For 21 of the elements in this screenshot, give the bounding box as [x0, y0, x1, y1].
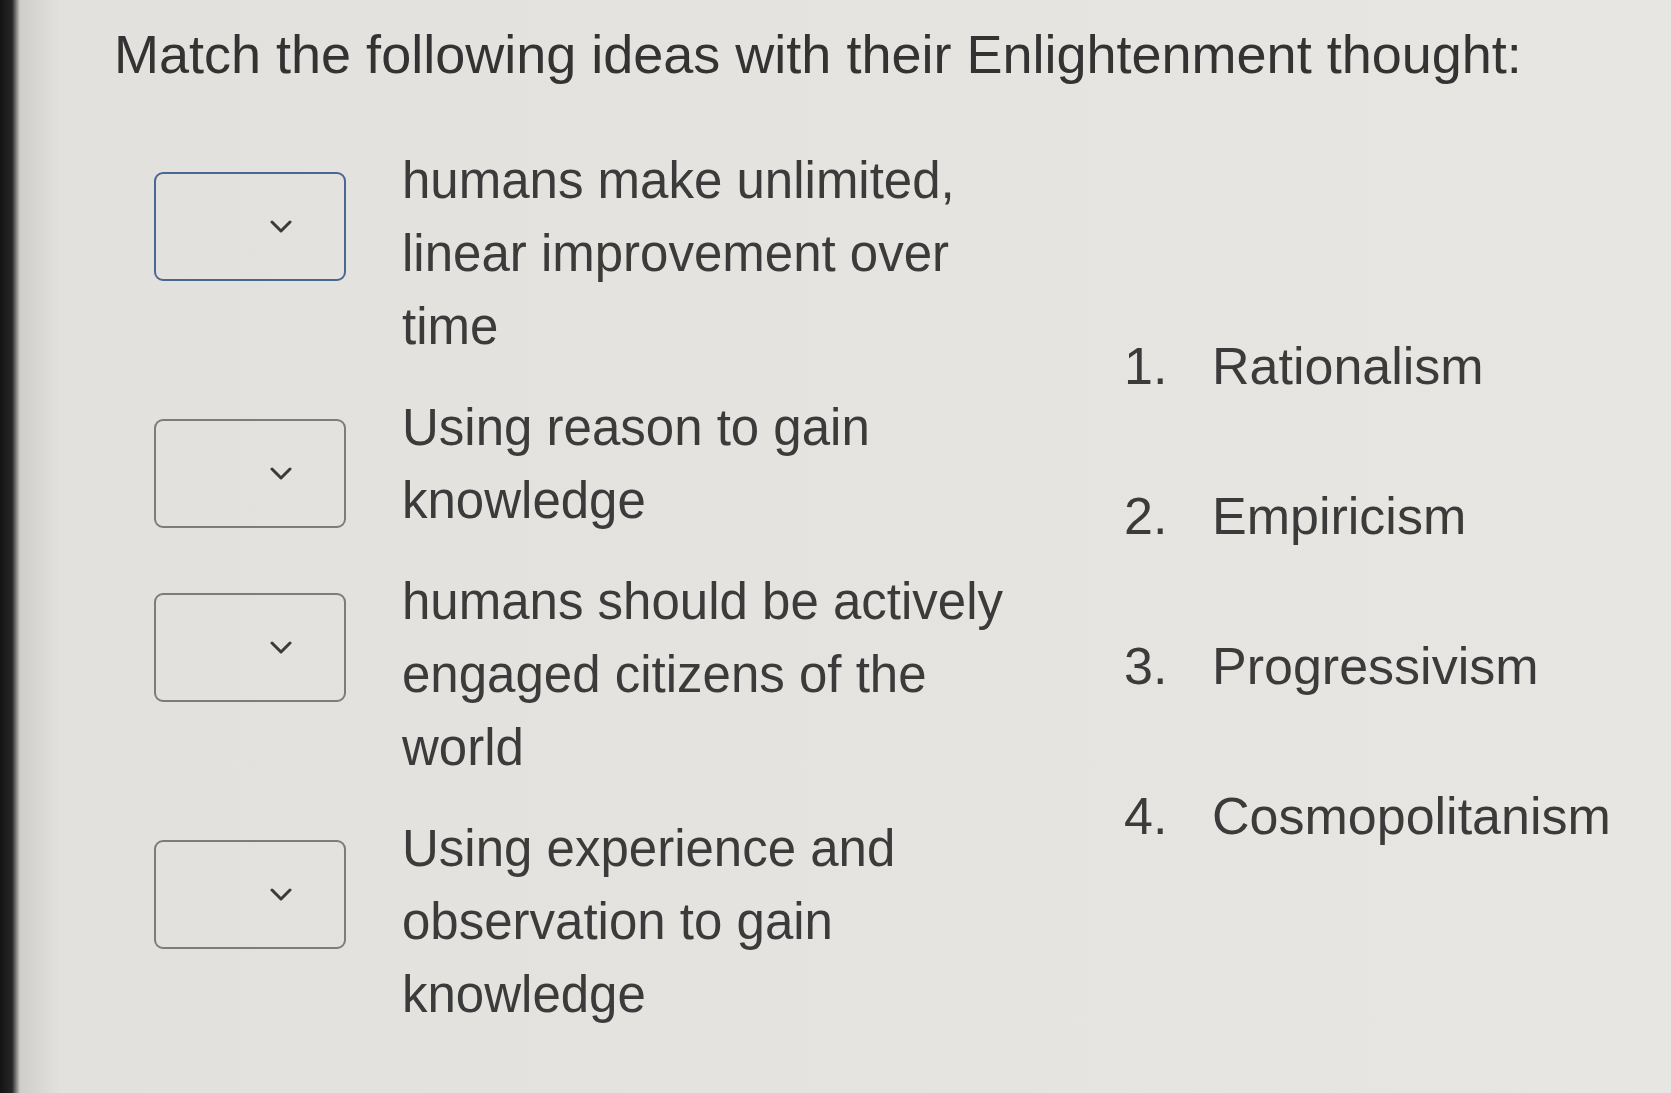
answer-dropdown[interactable] — [154, 593, 346, 702]
option-label: Empiricism — [1212, 486, 1467, 547]
question-title: Match the following ideas with their Enlightenment thought: — [114, 23, 1523, 86]
answer-dropdown[interactable] — [154, 172, 346, 281]
idea-text: Using experience and observation to gain knowledge — [402, 819, 897, 1025]
answer-dropdown[interactable] — [154, 419, 346, 528]
idea-text: humans should be actively engaged citizens of the world — [402, 572, 1005, 778]
chevron-down-icon — [270, 220, 292, 233]
list-number: 3. — [1124, 636, 1169, 697]
list-number: 2. — [1124, 486, 1169, 547]
option-label: Rationalism — [1212, 336, 1484, 397]
list-number: 4. — [1124, 786, 1169, 847]
option-label: Cosmopolitanism — [1212, 786, 1611, 847]
chevron-down-icon — [270, 888, 292, 901]
answer-dropdown[interactable] — [154, 840, 346, 949]
idea-text: Using reason to gain knowledge — [402, 398, 871, 531]
list-number: 1. — [1124, 336, 1169, 397]
idea-text: humans make unlimited, linear improvement over time — [402, 151, 956, 357]
chevron-down-icon — [270, 641, 292, 654]
chevron-down-icon — [270, 467, 292, 480]
option-label: Progressivism — [1212, 636, 1539, 697]
